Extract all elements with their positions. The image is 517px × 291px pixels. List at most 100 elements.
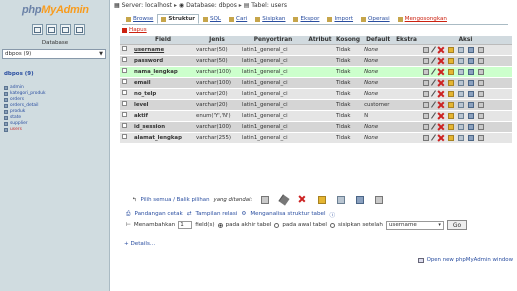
primary-key-icon[interactable] <box>447 68 454 75</box>
tab-browse[interactable]: Browse <box>122 14 157 24</box>
browse-distinct-icon[interactable] <box>422 90 429 97</box>
unique-icon[interactable] <box>457 101 464 108</box>
add-field-count-input[interactable]: 1 <box>178 221 193 229</box>
index-icon[interactable] <box>467 101 474 108</box>
details-link[interactable]: + Details... <box>124 241 155 247</box>
delete-icon[interactable] <box>438 113 444 119</box>
edit-icon[interactable] <box>430 134 436 141</box>
delete-icon[interactable] <box>438 91 444 97</box>
primary-key-icon[interactable] <box>447 134 454 141</box>
browse-distinct-icon[interactable] <box>422 134 429 141</box>
fulltext-icon[interactable] <box>477 90 484 97</box>
unique-selected-icon[interactable] <box>337 196 346 204</box>
sql-query-icon[interactable] <box>46 24 57 35</box>
browse-selected-icon[interactable] <box>261 196 270 204</box>
documentation-icon[interactable] <box>60 24 71 35</box>
breadcrumb-database[interactable]: Database: dbpos <box>186 2 237 9</box>
fulltext-icon[interactable] <box>477 46 484 53</box>
database-select[interactable]: dbpos (9) ▼ <box>2 49 106 59</box>
unique-icon[interactable] <box>457 79 464 86</box>
row-checkbox[interactable] <box>120 88 132 100</box>
fulltext-icon[interactable] <box>477 57 484 64</box>
tab-cari[interactable]: Cari <box>225 14 251 24</box>
delete-icon[interactable] <box>438 47 444 53</box>
delete-icon[interactable] <box>438 124 444 130</box>
primary-key-icon[interactable] <box>447 123 454 130</box>
primary-key-icon[interactable] <box>447 79 454 86</box>
at-end-radio[interactable] <box>217 222 223 228</box>
unique-icon[interactable] <box>457 46 464 53</box>
delete-icon[interactable] <box>438 102 444 108</box>
breadcrumb-server[interactable]: Server: localhost <box>122 2 172 9</box>
index-icon[interactable] <box>467 79 474 86</box>
edit-icon[interactable] <box>430 46 436 53</box>
fulltext-icon[interactable] <box>477 79 484 86</box>
go-button[interactable]: Go <box>446 220 468 230</box>
fulltext-icon[interactable] <box>477 68 484 75</box>
tab-struktur[interactable]: Struktur <box>157 14 199 24</box>
edit-icon[interactable] <box>430 112 436 119</box>
index-selected-icon[interactable] <box>356 196 365 204</box>
index-icon[interactable] <box>467 123 474 130</box>
analyze-structure-link[interactable]: Menganalisa struktur tabel <box>250 211 325 219</box>
fulltext-icon[interactable] <box>477 134 484 141</box>
index-icon[interactable] <box>467 134 474 141</box>
row-checkbox[interactable] <box>120 99 132 111</box>
print-view-link[interactable]: Pandangan cetak <box>134 211 182 219</box>
primary-key-icon[interactable] <box>447 112 454 119</box>
after-field-select[interactable]: username <box>385 220 444 230</box>
select-all-link[interactable]: Pilih semua / Balik pilihan <box>141 197 210 203</box>
tab-sql[interactable]: SQL <box>199 14 225 24</box>
sql-docs-icon[interactable] <box>74 24 85 35</box>
help-icon[interactable]: ⓘ <box>330 211 336 219</box>
tab-sisipkan[interactable]: Sisipkan <box>251 14 289 24</box>
browse-distinct-icon[interactable] <box>422 101 429 108</box>
unique-icon[interactable] <box>457 134 464 141</box>
unique-icon[interactable] <box>457 112 464 119</box>
row-checkbox[interactable] <box>120 55 132 67</box>
fulltext-selected-icon[interactable] <box>375 196 384 204</box>
tab-mengosongkan[interactable]: Mengosongkan <box>394 14 451 24</box>
primary-key-icon[interactable] <box>447 57 454 64</box>
phpmyadmin-logo[interactable]: phpMyAdmin <box>22 4 89 18</box>
unique-icon[interactable] <box>457 68 464 75</box>
row-checkbox[interactable] <box>120 44 132 56</box>
browse-distinct-icon[interactable] <box>422 46 429 53</box>
new-window-link[interactable]: Open new phpMyAdmin window <box>417 257 513 263</box>
edit-icon[interactable] <box>430 101 436 108</box>
tab-operasi[interactable]: Operasi <box>357 14 394 24</box>
tab-import[interactable]: Import <box>323 14 357 24</box>
index-icon[interactable] <box>467 90 474 97</box>
tab-ekspor[interactable]: Ekspor <box>289 14 323 24</box>
unique-icon[interactable] <box>457 123 464 130</box>
row-checkbox[interactable] <box>120 110 132 122</box>
row-checkbox[interactable] <box>120 121 132 133</box>
edit-icon[interactable] <box>430 90 436 97</box>
primary-key-selected-icon[interactable] <box>318 196 327 204</box>
fulltext-icon[interactable] <box>477 101 484 108</box>
browse-distinct-icon[interactable] <box>422 57 429 64</box>
edit-icon[interactable] <box>430 79 436 86</box>
browse-distinct-icon[interactable] <box>422 68 429 75</box>
edit-icon[interactable] <box>430 68 436 75</box>
primary-key-icon[interactable] <box>447 46 454 53</box>
tab-hapus[interactable]: Hapus <box>122 27 147 33</box>
index-icon[interactable] <box>467 112 474 119</box>
delete-icon[interactable] <box>438 58 444 64</box>
unique-icon[interactable] <box>457 57 464 64</box>
primary-key-icon[interactable] <box>447 101 454 108</box>
index-icon[interactable] <box>467 46 474 53</box>
unique-icon[interactable] <box>457 90 464 97</box>
row-checkbox[interactable] <box>120 66 132 78</box>
index-icon[interactable] <box>467 68 474 75</box>
breadcrumb-table[interactable]: Tabel: users <box>251 2 287 9</box>
home-icon[interactable] <box>32 24 43 35</box>
browse-distinct-icon[interactable] <box>422 79 429 86</box>
row-checkbox[interactable] <box>120 132 132 144</box>
browse-distinct-icon[interactable] <box>422 123 429 130</box>
after-radio[interactable] <box>329 222 335 228</box>
browse-distinct-icon[interactable] <box>422 112 429 119</box>
at-begin-radio[interactable] <box>274 222 280 228</box>
fulltext-icon[interactable] <box>477 112 484 119</box>
delete-icon[interactable] <box>438 80 444 86</box>
